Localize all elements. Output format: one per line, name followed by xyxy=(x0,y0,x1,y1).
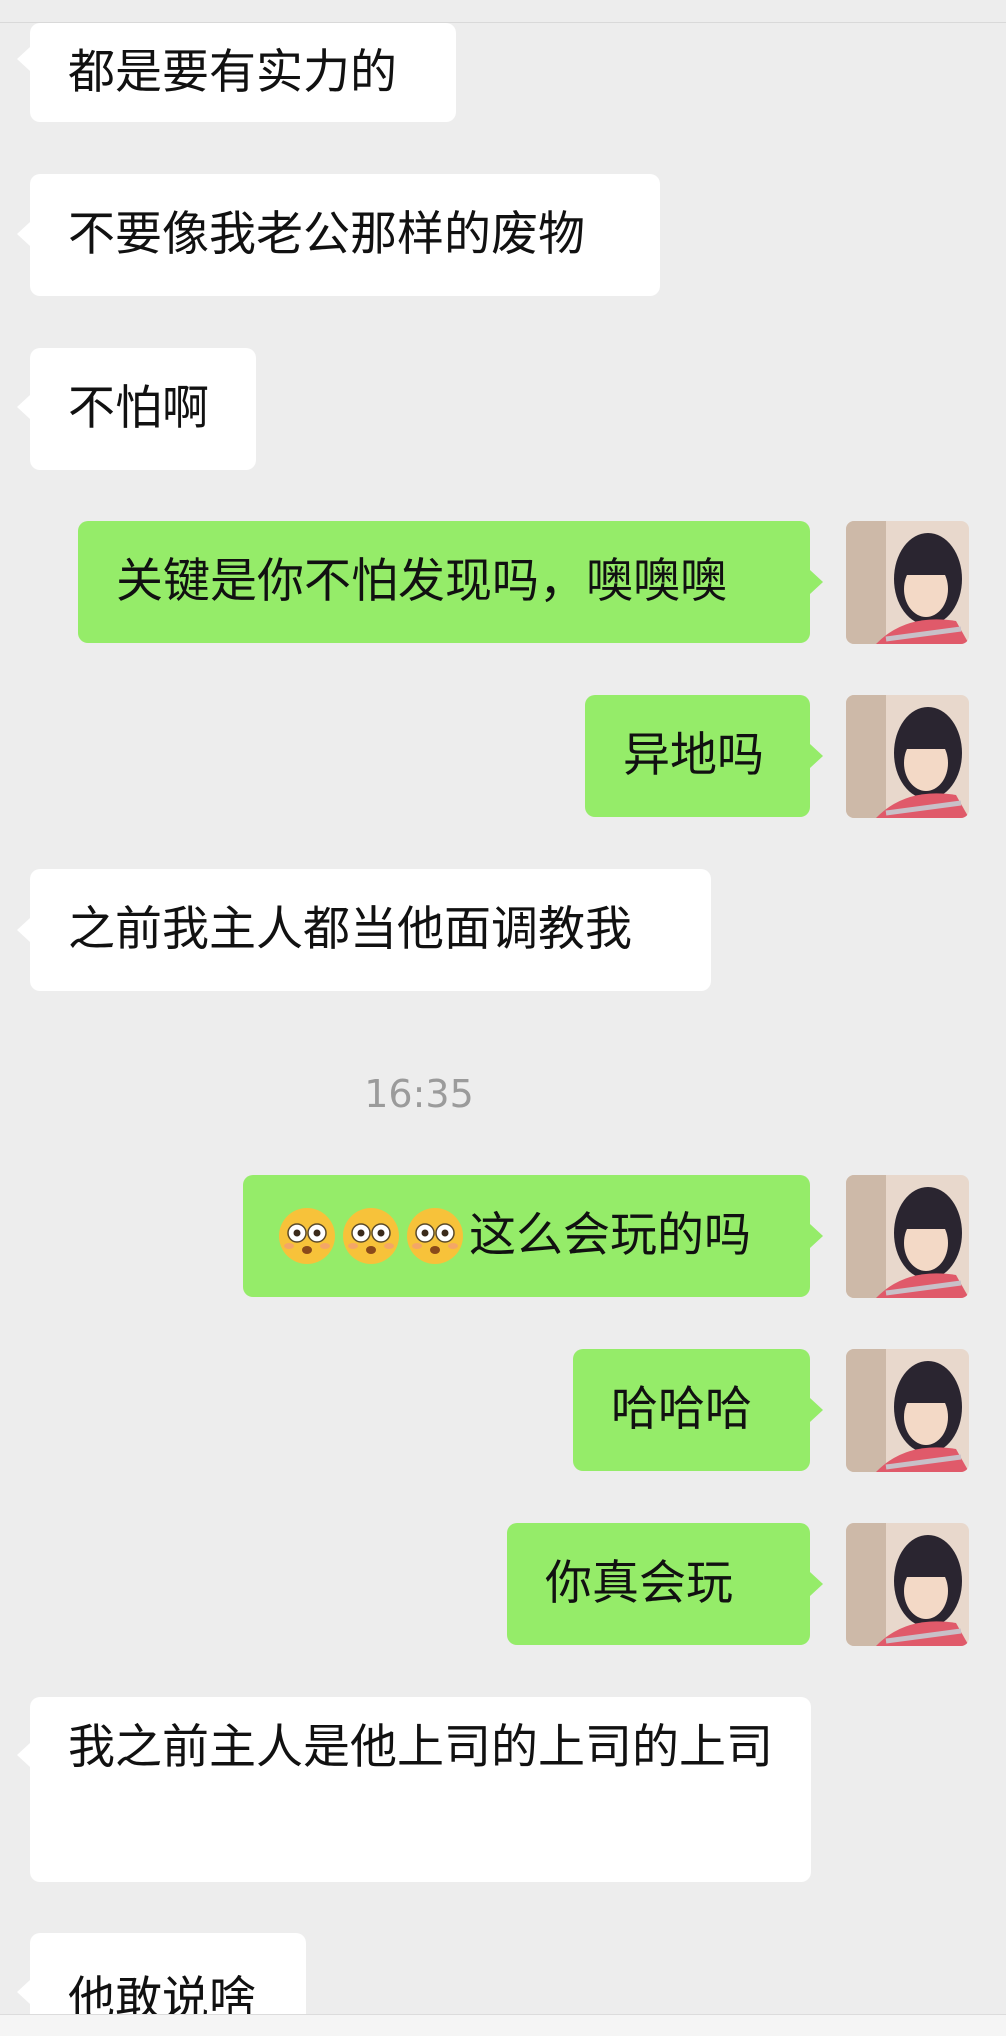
bubble-tail xyxy=(810,1572,823,1596)
bubble-tail xyxy=(17,395,30,419)
message-bubble[interactable]: 关键是你不怕发现吗，噢噢噢 xyxy=(78,521,810,643)
message-bubble[interactable]: 我之前主人是他上司的上司的上司 xyxy=(30,1697,811,1882)
bubble-tail xyxy=(17,222,30,246)
bubble-tail xyxy=(810,1224,823,1248)
user-avatar-photo xyxy=(846,1175,969,1298)
flushed-face-icon xyxy=(277,1206,337,1266)
message-text: 不怕啊 xyxy=(68,381,209,436)
flushed-face-icon xyxy=(341,1206,401,1266)
bubble-tail xyxy=(810,744,823,768)
message-bubble[interactable]: 这么会玩的吗 xyxy=(243,1175,810,1297)
message-text: 我之前主人是他上司的上司的上司 xyxy=(68,1720,773,1775)
message-text: 异地吗 xyxy=(623,728,764,783)
avatar[interactable] xyxy=(846,1349,969,1472)
avatar[interactable] xyxy=(846,695,969,818)
bubble-tail xyxy=(17,47,30,71)
user-avatar-photo xyxy=(846,1523,969,1646)
message-bubble[interactable]: 不怕啊 xyxy=(30,348,256,470)
bubble-tail xyxy=(810,1398,823,1422)
user-avatar-photo xyxy=(846,521,969,644)
avatar[interactable] xyxy=(846,1175,969,1298)
chat-screen: 都是要有实力的 不要像我老公那样的废物 不怕啊 关键是你不怕发现吗，噢噢噢 异地… xyxy=(0,0,1006,2036)
user-avatar-photo xyxy=(846,1349,969,1472)
timestamp: 16:35 xyxy=(364,1072,474,1116)
message-bubble[interactable]: 不要像我老公那样的废物 xyxy=(30,174,660,296)
message-bubble[interactable]: 你真会玩 xyxy=(507,1523,810,1645)
bubble-tail xyxy=(17,918,30,942)
message-text: 这么会玩的吗 xyxy=(469,1208,751,1263)
avatar[interactable] xyxy=(846,521,969,644)
bottom-bar xyxy=(0,2014,1006,2036)
message-bubble[interactable]: 都是要有实力的 xyxy=(30,23,456,122)
message-text: 哈哈哈 xyxy=(611,1382,752,1437)
bubble-tail xyxy=(810,570,823,594)
message-text: 你真会玩 xyxy=(545,1556,733,1611)
message-bubble[interactable]: 哈哈哈 xyxy=(573,1349,810,1471)
message-bubble[interactable]: 异地吗 xyxy=(585,695,810,817)
flushed-face-icon xyxy=(405,1206,465,1266)
message-text: 之前我主人都当他面调教我 xyxy=(68,902,632,957)
avatar[interactable] xyxy=(846,1523,969,1646)
message-text: 不要像我老公那样的废物 xyxy=(68,207,585,262)
bubble-tail xyxy=(17,1743,30,1767)
message-text: 关键是你不怕发现吗，噢噢噢 xyxy=(116,554,727,609)
message-bubble[interactable]: 之前我主人都当他面调教我 xyxy=(30,869,711,991)
message-text: 都是要有实力的 xyxy=(68,44,397,100)
user-avatar-photo xyxy=(846,695,969,818)
message-content: 这么会玩的吗 xyxy=(277,1206,751,1266)
bubble-tail xyxy=(17,1980,30,2004)
